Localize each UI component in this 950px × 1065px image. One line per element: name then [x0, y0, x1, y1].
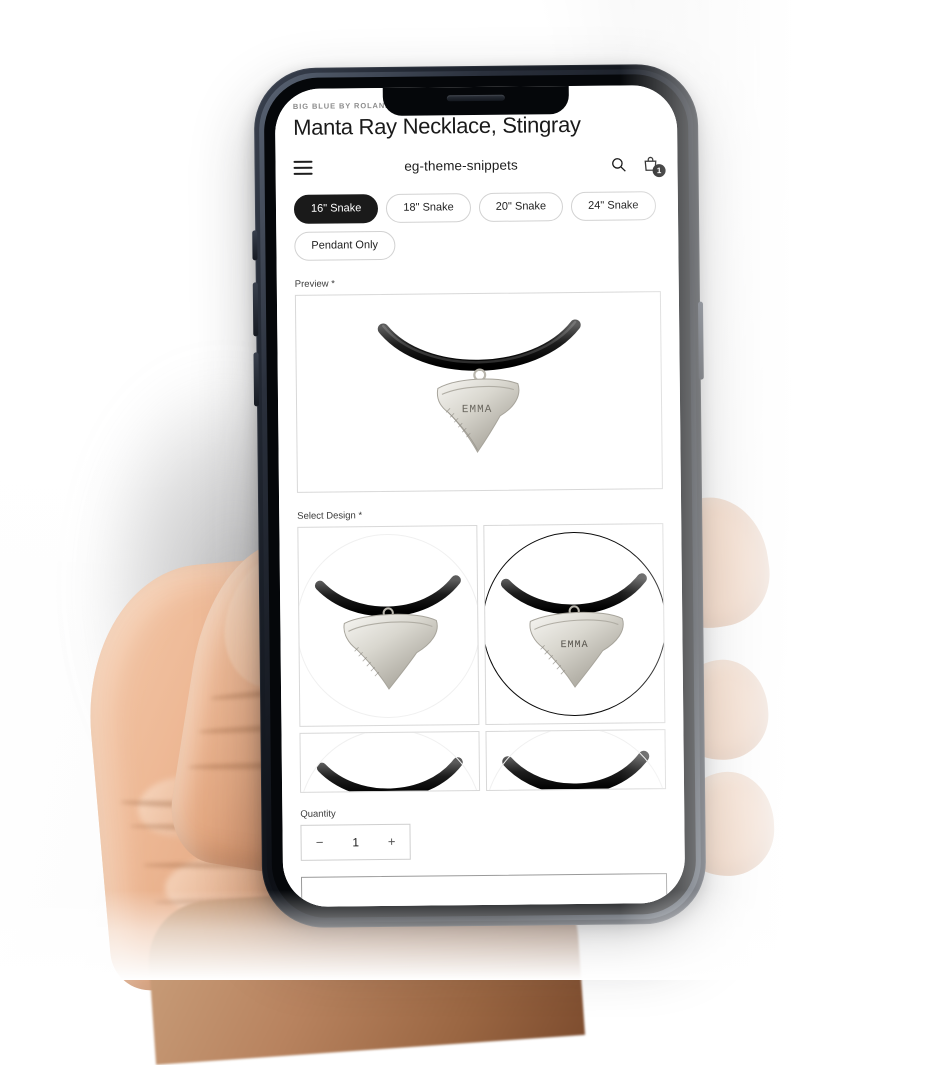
- design-options-row2: [299, 728, 667, 793]
- quantity-stepper[interactable]: − 1 +: [300, 823, 411, 861]
- variant-option-pendant-only[interactable]: Pendant Only: [294, 230, 396, 261]
- variant-option-18-snake[interactable]: 18" Snake: [386, 192, 471, 223]
- variant-option-20-snake[interactable]: 20" Snake: [478, 191, 564, 222]
- quantity-label: Quantity: [300, 808, 336, 820]
- mute-switch-button[interactable]: [252, 230, 258, 261]
- quantity-decrement-button[interactable]: −: [314, 835, 326, 850]
- mockup-scene: BIG BLUE BY ROLAND ST JOHN Manta Ray Nec…: [0, 0, 950, 1065]
- quantity-increment-button[interactable]: +: [386, 834, 398, 849]
- select-design-label: Select Design *: [297, 509, 363, 522]
- quantity-value[interactable]: 1: [352, 835, 359, 849]
- necklace-preview-graphic: EMMA: [377, 319, 581, 453]
- design-option-ring: [297, 532, 480, 719]
- design-options: EMMA: [297, 522, 666, 727]
- shop-name: eg-theme-snippets: [404, 157, 518, 174]
- preview-image: EMMA: [294, 290, 663, 493]
- store-header: eg-theme-snippets: [275, 137, 678, 191]
- design-option-plain[interactable]: [297, 524, 480, 727]
- phone-notch: [382, 84, 570, 116]
- variant-option-16-snake[interactable]: 16" Snake: [293, 193, 379, 224]
- volume-down-button[interactable]: [253, 352, 260, 407]
- volume-up-button[interactable]: [252, 282, 259, 337]
- design-option-3[interactable]: [299, 730, 481, 793]
- variant-options: 16" Snake 18" Snake 20" Snake 24" Snake …: [293, 190, 661, 261]
- earpiece-speaker: [446, 94, 505, 102]
- preview-label: Preview *: [294, 278, 335, 290]
- preview-engraving-text: EMMA: [462, 403, 493, 415]
- hamburger-icon[interactable]: [293, 160, 313, 175]
- page-title: Manta Ray Necklace, Stingray: [292, 111, 581, 140]
- background-fade-right: [620, 0, 950, 980]
- background-fade-bottom: [0, 890, 950, 980]
